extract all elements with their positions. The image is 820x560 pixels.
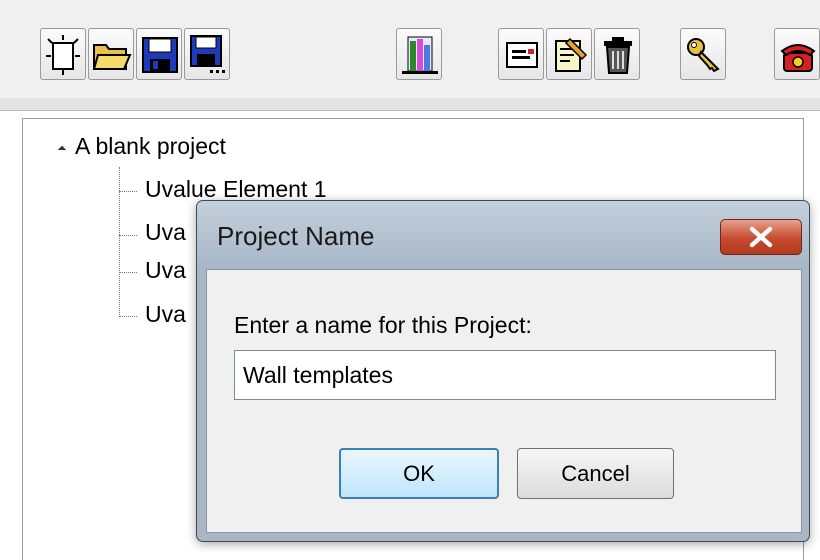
new-project-button[interactable] <box>40 28 86 80</box>
window-icon <box>506 42 538 68</box>
key-button[interactable] <box>680 28 726 80</box>
close-icon <box>749 226 773 248</box>
open-button[interactable] <box>88 28 134 80</box>
trash-icon <box>604 37 632 74</box>
tree-item[interactable]: Uva <box>145 257 186 284</box>
toolbar <box>0 0 820 99</box>
cancel-button[interactable]: Cancel <box>517 448 674 499</box>
edit-document-icon <box>555 37 588 72</box>
save-button[interactable] <box>136 28 182 80</box>
dialog-titlebar[interactable]: Project Name <box>197 201 809 269</box>
project-name-input[interactable] <box>234 350 776 400</box>
project-name-dialog: Project Name Enter a name for this Proje… <box>196 200 810 542</box>
ok-button[interactable]: OK <box>339 448 499 499</box>
close-button[interactable] <box>720 219 802 255</box>
tree-item-label: Uva <box>145 257 186 283</box>
save-as-icon <box>190 35 225 73</box>
new-project-icon <box>46 35 80 75</box>
report-icon <box>402 36 438 74</box>
dialog-body: Enter a name for this Project: OK Cancel <box>206 269 802 533</box>
dialog-title: Project Name <box>217 221 375 251</box>
edit-document-button[interactable] <box>546 28 592 80</box>
delete-button[interactable] <box>594 28 640 80</box>
dialog-prompt: Enter a name for this Project: <box>234 312 532 338</box>
report-button[interactable] <box>396 28 442 80</box>
tree-root-project[interactable]: A blank project <box>75 133 226 160</box>
tree-connector <box>119 191 137 192</box>
tree-item[interactable]: Uvalue Element 1 <box>145 176 327 203</box>
tree-item-label: Uvalue Element 1 <box>145 176 327 202</box>
key-icon <box>687 38 720 73</box>
window-button[interactable] <box>498 28 544 80</box>
tree-connector <box>119 316 137 317</box>
save-as-button[interactable] <box>184 28 230 80</box>
tree-connector <box>119 235 137 236</box>
tree-connector <box>119 167 120 317</box>
phone-icon <box>780 44 816 72</box>
toolbar-separator <box>0 98 820 111</box>
tree-item-label: Uva <box>145 219 186 245</box>
phone-button[interactable] <box>774 28 820 80</box>
tree-item-label: Uva <box>145 301 186 327</box>
tree-connector <box>119 272 137 273</box>
expand-arrow-icon[interactable] <box>57 145 67 155</box>
save-icon <box>142 37 178 73</box>
open-folder-icon <box>92 44 132 70</box>
tree-item[interactable]: Uva <box>145 219 186 246</box>
tree-root-label: A blank project <box>75 133 226 159</box>
tree-item[interactable]: Uva <box>145 301 186 328</box>
